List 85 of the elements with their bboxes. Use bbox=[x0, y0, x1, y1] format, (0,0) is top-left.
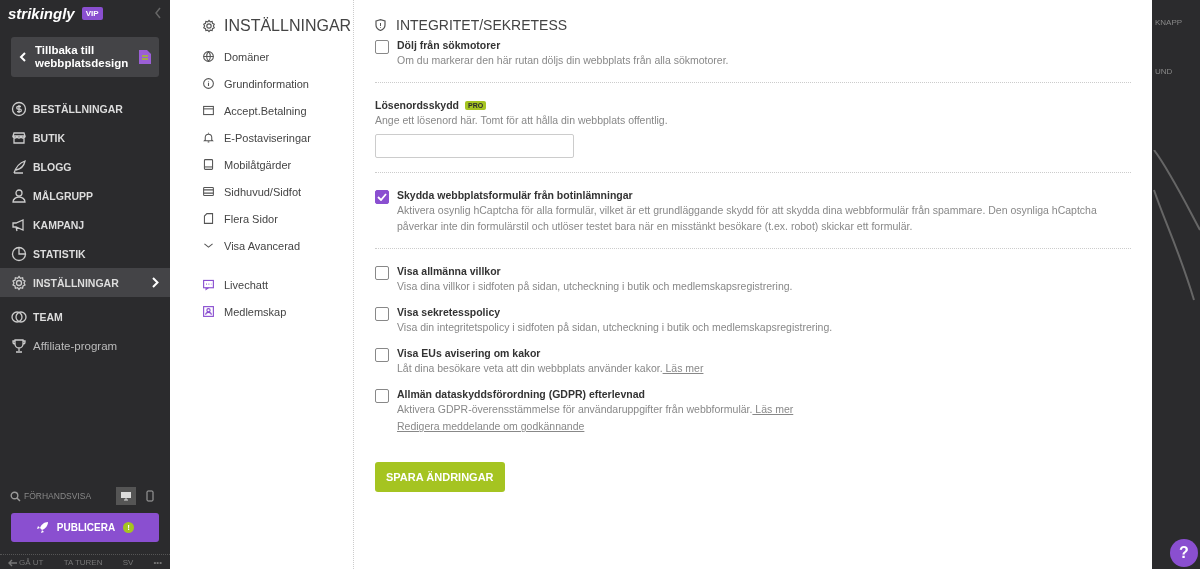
read-more-link[interactable]: Läs mer bbox=[662, 362, 704, 374]
checkbox[interactable] bbox=[375, 348, 389, 362]
rocket-icon bbox=[35, 521, 49, 534]
page-icon bbox=[202, 212, 215, 225]
sidebar-item[interactable]: MÅLGRUPP bbox=[0, 181, 170, 210]
collapse-icon[interactable] bbox=[154, 7, 162, 19]
settings-nav-item[interactable]: Visa Avancerad bbox=[202, 232, 353, 259]
field-label: Lösenordsskydd bbox=[375, 99, 460, 111]
settings-nav-item[interactable]: Mobilåtgärder bbox=[202, 151, 353, 178]
team-icon bbox=[11, 308, 27, 325]
option-description: Låt dina besökare veta att din webbplats använder kakor. Läs mer bbox=[397, 361, 704, 376]
option-label: Visa allmänna villkor bbox=[397, 265, 502, 277]
desktop-view-button[interactable] bbox=[116, 487, 136, 505]
chat-icon bbox=[202, 278, 215, 291]
sidebar-item[interactable]: INSTÄLLNINGAR bbox=[0, 268, 170, 297]
gear-icon bbox=[11, 274, 27, 291]
publish-button[interactable]: PUBLICERA ! bbox=[11, 513, 159, 542]
option-description: Visa dina villkor i sidfoten på sidan, utcheckning i butik och medlemskapsregistrering. bbox=[397, 279, 793, 294]
option-description: Visa din integritetspolicy i sidfoten på sidan, utcheckning i butik och medlemskapsregistrering. bbox=[397, 320, 833, 335]
warning-badge: ! bbox=[123, 522, 135, 533]
search-icon bbox=[10, 490, 21, 502]
store-icon bbox=[11, 129, 27, 146]
chevron-right-icon bbox=[152, 277, 159, 288]
option-label: Allmän dataskyddsförordning (GDPR) efterlevnad bbox=[397, 388, 646, 400]
sidebar-item[interactable]: STATISTIK bbox=[0, 239, 170, 268]
settings-nav-item[interactable]: Medlemskap bbox=[202, 298, 353, 325]
plan-badge: VIP bbox=[81, 6, 103, 20]
checkbox[interactable] bbox=[375, 40, 389, 54]
help-button[interactable]: ? bbox=[1170, 539, 1198, 567]
logo: strikingly bbox=[8, 4, 75, 22]
dollar-icon bbox=[11, 100, 27, 117]
bell-icon bbox=[202, 131, 215, 144]
preview-text: KNAPP bbox=[1155, 18, 1183, 27]
settings-nav-item[interactable]: Accept.Betalning bbox=[202, 97, 353, 124]
pie-chart-icon bbox=[11, 245, 27, 262]
settings-nav-item[interactable]: E-Postaviseringar bbox=[202, 124, 353, 151]
settings-nav-item[interactable]: Flera Sidor bbox=[202, 205, 353, 232]
shield-icon bbox=[375, 19, 386, 31]
sidebar-item[interactable]: BESTÄLLNINGAR bbox=[0, 94, 170, 123]
option-description: Aktivera GDPR-överensstämmelse för användaruppgifter från webbformulär. Läs mer bbox=[397, 402, 794, 417]
megaphone-icon bbox=[11, 216, 27, 233]
option-description: Om du markerar den här rutan döljs din webbplats från alla sökmotorer. bbox=[397, 53, 729, 68]
sidebar-item[interactable]: TEAM bbox=[0, 302, 170, 331]
settings-nav-item[interactable]: Grundinformation bbox=[202, 70, 353, 97]
field-description: Ange ett lösenord här. Tomt för att hålla din webbplats offentlig. bbox=[375, 113, 669, 128]
globe-icon bbox=[202, 50, 215, 63]
chevron-left-icon bbox=[19, 51, 27, 63]
trophy-icon bbox=[11, 337, 27, 354]
option-label: Dölj från sökmotorer bbox=[397, 39, 502, 51]
checkmark-icon bbox=[377, 193, 387, 201]
phone-icon bbox=[146, 490, 154, 502]
gear-icon bbox=[202, 19, 216, 33]
checkbox[interactable] bbox=[375, 266, 389, 280]
section-title: INTEGRITET/SEKRETESS bbox=[396, 17, 568, 33]
option-description: Aktivera osynlig hCaptcha för alla formulär, vilket är ett grundläggande skydd för att skydda dina webbformulär från spammare. Den osynliga hCaptcha påverkar inte din formulärstil och utlöser testet bara när en misstänkt besökare (t.ex. robot) skickar ett formulär. bbox=[397, 203, 1098, 234]
option-label: Skydda webbplatsformulär från botinlämningar bbox=[397, 189, 634, 201]
password-field[interactable] bbox=[375, 134, 574, 158]
checkbox[interactable] bbox=[375, 307, 389, 321]
quill-icon bbox=[11, 158, 27, 175]
info-icon bbox=[202, 77, 215, 90]
sidebar-item[interactable]: Affiliate-program bbox=[0, 331, 170, 360]
phone-icon bbox=[202, 158, 215, 171]
member-icon bbox=[202, 305, 215, 318]
settings-nav-item[interactable]: Sidhuvud/Sidfot bbox=[202, 178, 353, 205]
preview-text: UND bbox=[1155, 67, 1173, 76]
checkbox[interactable] bbox=[375, 389, 389, 403]
option-label: Visa EUs avisering om kakor bbox=[397, 347, 542, 359]
option-label: Visa sekretesspolicy bbox=[397, 306, 502, 318]
edit-consent-link[interactable]: Redigera meddelande om godkännande bbox=[397, 420, 585, 432]
card-icon bbox=[202, 104, 215, 117]
arrow-left-icon bbox=[8, 558, 17, 567]
monitor-icon bbox=[120, 491, 132, 501]
sidebar-item[interactable]: BUTIK bbox=[0, 123, 170, 152]
person-icon bbox=[11, 187, 27, 204]
settings-nav-item[interactable]: Domäner bbox=[202, 43, 353, 70]
settings-nav-item[interactable]: Livechatt bbox=[202, 271, 353, 298]
checkbox[interactable] bbox=[375, 190, 389, 204]
sidebar-item[interactable]: BLOGG bbox=[0, 152, 170, 181]
preview-link[interactable]: FÖRHANDSVISA bbox=[10, 490, 112, 502]
back-button[interactable]: Tillbaka till webbplatsdesign bbox=[11, 37, 159, 77]
layout-icon bbox=[202, 185, 215, 198]
sidebar-item[interactable]: KAMPANJ bbox=[0, 210, 170, 239]
document-icon bbox=[139, 50, 151, 64]
settings-title: INSTÄLLNINGAR bbox=[224, 17, 352, 35]
read-more-link[interactable]: Läs mer bbox=[752, 403, 794, 415]
